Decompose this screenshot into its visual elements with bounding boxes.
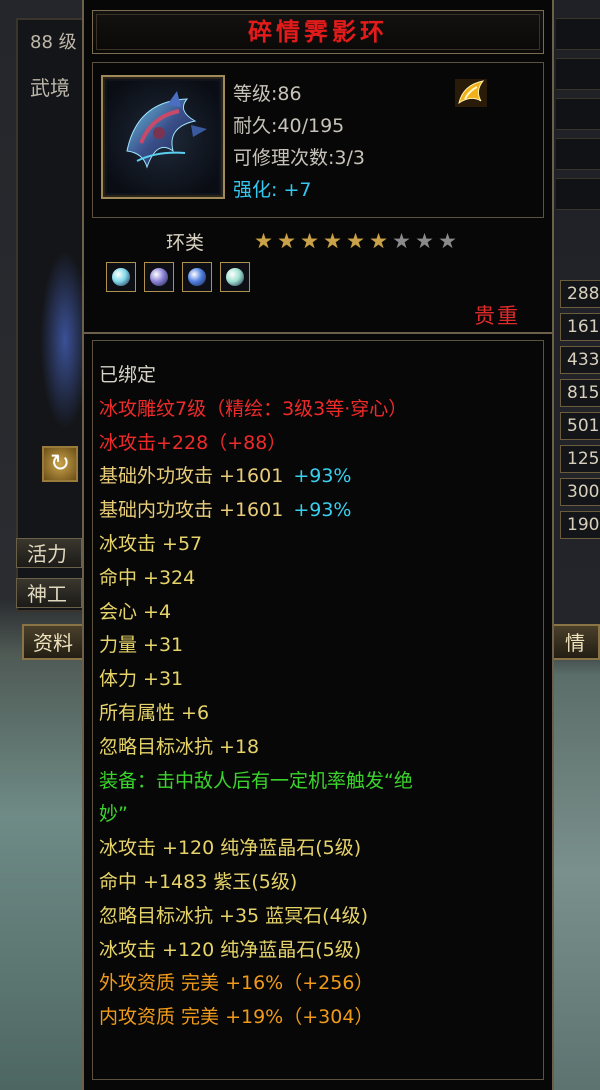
item-category: 环类: [166, 232, 205, 254]
attribute-text: 所有属性 +6: [99, 702, 210, 724]
attribute-line: 冰攻雕纹7级（精绘：3级3等·穿心）: [99, 397, 407, 421]
attribute-text: 冰攻击 +57: [99, 533, 203, 555]
right-stat-value: 125: [560, 445, 600, 473]
star-empty-icon: ★: [438, 229, 457, 253]
attribute-text: 外攻资质 完美 +16%（+256）: [99, 972, 374, 994]
enhance-value: +7: [283, 179, 312, 201]
item-icon-frame: [101, 75, 225, 199]
item-durability: 耐久:40/195: [233, 115, 345, 137]
attribute-line: 命中 +1483 紫玉(5级): [99, 870, 297, 894]
violet-gem-icon: [150, 268, 168, 286]
gem-sockets: [106, 262, 258, 296]
refresh-button[interactable]: ↻: [42, 446, 78, 482]
attribute-text: 冰攻雕纹7级（精绘：3级3等·穿心）: [99, 398, 408, 420]
attribute-line: 命中 +324: [99, 566, 195, 590]
attribute-line: 忽略目标冰抗 +18: [99, 735, 259, 759]
sparkle-icon: [455, 79, 487, 107]
star-filled-icon: ★: [346, 229, 365, 253]
attribute-text: 体力 +31: [99, 668, 184, 690]
attribute-line: 已绑定: [99, 363, 156, 387]
right-stat-value: 288: [560, 280, 600, 308]
item-info-panel: 等级:86 耐久:40/195 可修理次数:3/3 强化: +7: [92, 62, 544, 218]
section-divider: [84, 332, 552, 338]
level-text: 88 级: [30, 32, 77, 53]
attribute-line: 忽略目标冰抗 +35 蓝冥石(4级): [99, 904, 368, 928]
star-filled-icon: ★: [254, 229, 273, 253]
attribute-line: 冰攻击+228（+88）: [99, 431, 286, 455]
attribute-line: 冰攻击 +120 纯净蓝晶石(5级): [99, 836, 361, 860]
attribute-line: 所有属性 +6: [99, 701, 209, 725]
attribute-text: 忽略目标冰抗 +35 蓝冥石(4级): [99, 905, 369, 927]
attribute-line: 体力 +31: [99, 667, 183, 691]
attribute-text: 命中 +324: [99, 567, 196, 589]
star-filled-icon: ★: [369, 229, 388, 253]
attribute-text: 命中 +1483 紫玉(5级): [99, 871, 298, 893]
tab-profile[interactable]: 资料: [22, 624, 84, 660]
attribute-line: 基础内功攻击 +1601 +93%: [99, 498, 351, 522]
attribute-text: 基础内功攻击 +1601: [99, 499, 284, 521]
star-filled-icon: ★: [323, 229, 342, 253]
attribute-line: 冰攻击 +120 纯净蓝晶石(5级): [99, 938, 361, 962]
right-panel-bar: [556, 178, 600, 210]
ring-icon: [107, 81, 219, 193]
right-stat-value: 190: [560, 511, 600, 539]
star-rating: ★ ★ ★ ★ ★ ★ ★ ★ ★: [252, 230, 459, 254]
attribute-line: 装备：击中敌人后有一定机率触发“绝: [99, 769, 413, 793]
tab-more[interactable]: 情: [550, 624, 600, 660]
precious-tag: 贵重: [474, 304, 520, 328]
attribute-line: 基础外功攻击 +1601 +93%: [99, 464, 351, 488]
item-tooltip: 碎情霁影环 等级:86 耐久:40/195 可修理次数:3/3 强化: +7 环…: [82, 0, 554, 1090]
item-level: 等级:86: [233, 83, 302, 105]
right-stat-value: 815: [560, 379, 600, 407]
attribute-line: 会心 +4: [99, 600, 171, 624]
item-enhance: 强化: +7: [233, 175, 311, 202]
attribute-text: 冰攻击 +120 纯净蓝晶石(5级): [99, 939, 362, 961]
attribute-text: 基础外功攻击 +1601: [99, 465, 284, 487]
attribute-text: 冰攻击+228（+88）: [99, 432, 287, 454]
attribute-line: 冰攻击 +57: [99, 532, 202, 556]
blue-gem-icon: [188, 268, 206, 286]
attribute-text: 妙”: [99, 803, 128, 825]
right-panel-bar: [556, 18, 600, 50]
right-panel-bar: [556, 138, 600, 170]
attribute-text: 力量 +31: [99, 634, 184, 656]
jade-gem-icon: [226, 268, 244, 286]
attribute-text: 已绑定: [99, 364, 157, 386]
attribute-line: 内攻资质 完美 +19%（+304）: [99, 1005, 373, 1029]
item-repair-count: 可修理次数:3/3: [233, 147, 365, 169]
attribute-line: 外攻资质 完美 +16%（+256）: [99, 971, 373, 995]
realm-text: 武境: [30, 76, 70, 100]
attribute-text: 忽略目标冰抗 +18: [99, 736, 260, 758]
attribute-bonus: +93%: [293, 465, 352, 487]
star-empty-icon: ★: [392, 229, 411, 253]
item-name: 碎情霁影环: [248, 17, 388, 46]
right-panel-bar: [556, 58, 600, 90]
right-stat-value: 161: [560, 313, 600, 341]
attribute-text: 装备：击中敌人后有一定机率触发“绝: [99, 770, 413, 792]
attributes-panel: 已绑定冰攻雕纹7级（精绘：3级3等·穿心） 冰攻击+228（+88） 基础外功攻击 …: [92, 340, 544, 1080]
enhance-label: 强化:: [233, 179, 278, 201]
right-stat-value: 300: [560, 478, 600, 506]
attribute-text: 冰攻击 +120 纯净蓝晶石(5级): [99, 837, 362, 859]
vitality-button[interactable]: 活力: [16, 538, 82, 568]
cyan-gem-icon: [112, 268, 130, 286]
gem-socket[interactable]: [182, 262, 212, 292]
right-stat-value: 501: [560, 412, 600, 440]
star-filled-icon: ★: [277, 229, 296, 253]
gem-socket[interactable]: [220, 262, 250, 292]
right-panel-bar: [556, 98, 600, 130]
attribute-text: 会心 +4: [99, 601, 172, 623]
right-stat-value: 433: [560, 346, 600, 374]
crafting-button[interactable]: 神工: [16, 578, 82, 608]
star-filled-icon: ★: [300, 229, 319, 253]
item-title-bar: 碎情霁影环: [92, 10, 544, 54]
attribute-line: 力量 +31: [99, 633, 183, 657]
gem-socket[interactable]: [106, 262, 136, 292]
attribute-line: 妙”: [99, 802, 128, 826]
attribute-text: 内攻资质 完美 +19%（+304）: [99, 1006, 374, 1028]
star-empty-icon: ★: [415, 229, 434, 253]
attribute-bonus: +93%: [293, 499, 352, 521]
gem-socket[interactable]: [144, 262, 174, 292]
